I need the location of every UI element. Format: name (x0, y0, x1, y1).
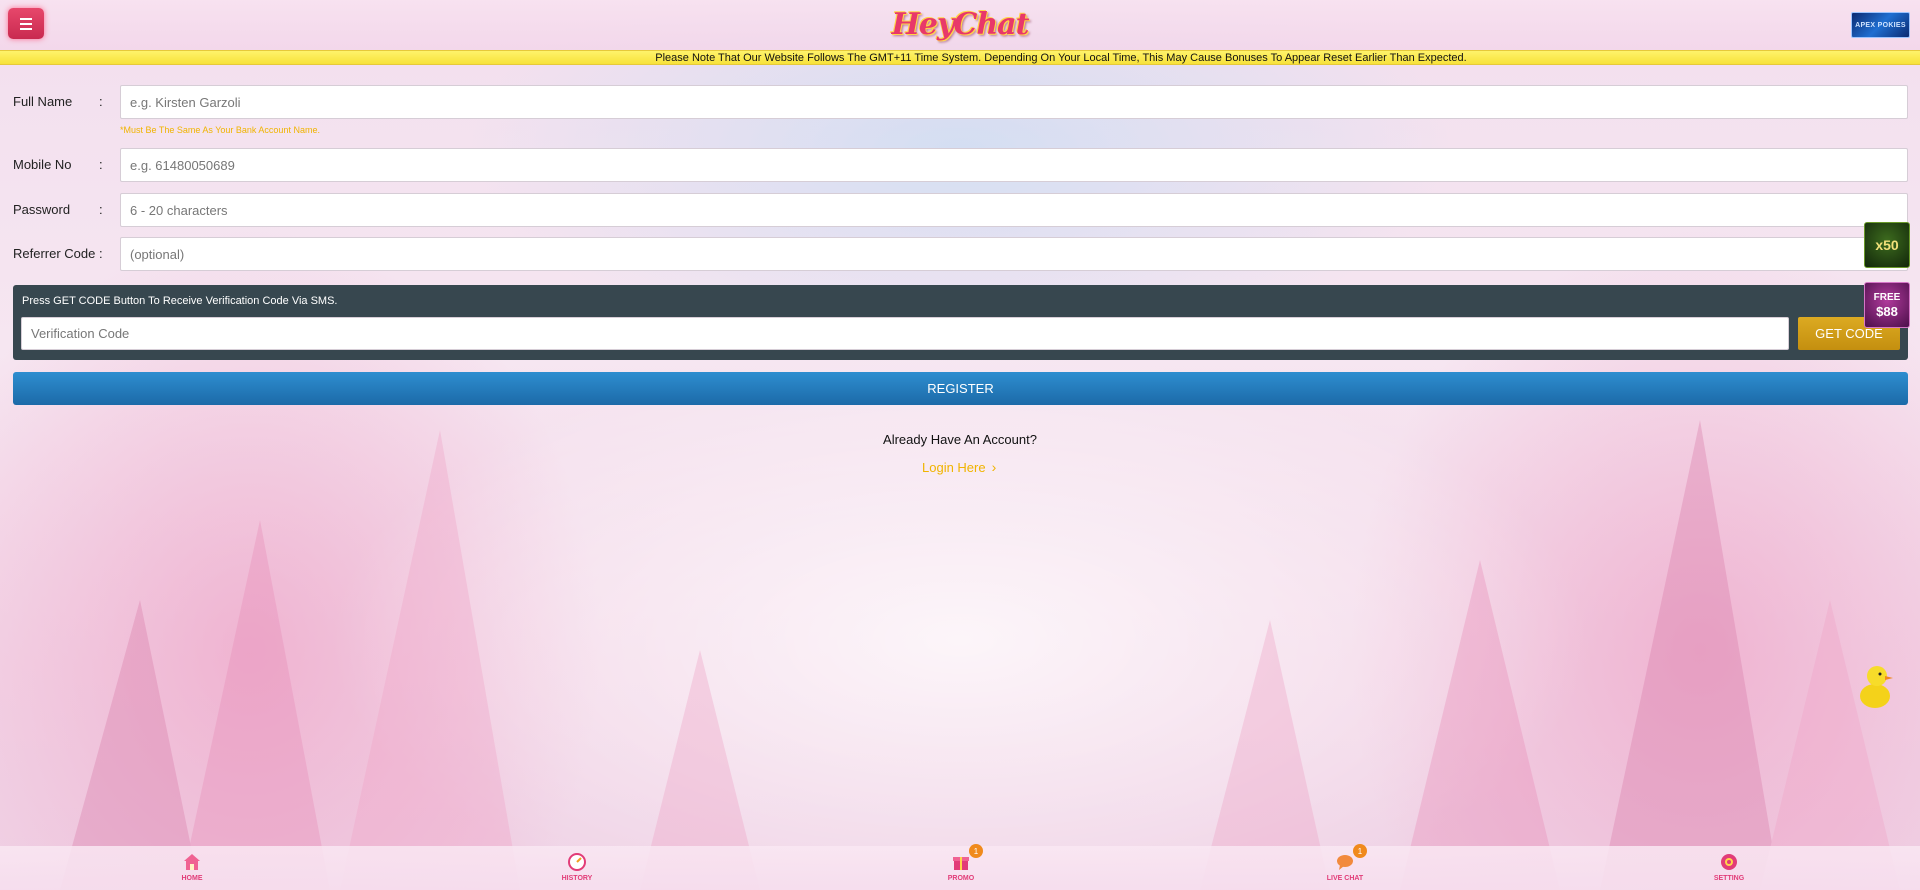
password-input[interactable] (120, 193, 1908, 227)
site-logo[interactable]: HeyChat (892, 3, 1030, 45)
top-header: HeyChat APEX POKIES (0, 0, 1920, 50)
mobile-row: Mobile No : (13, 148, 1908, 182)
full-name-input[interactable] (120, 85, 1908, 119)
promo-x50-text: x50 (1875, 237, 1899, 253)
promo-88-text: $88 (1876, 303, 1898, 319)
verification-code-input[interactable] (21, 317, 1789, 350)
gift-icon (953, 857, 969, 870)
chat-badge: 1 (1353, 844, 1367, 858)
nav-history[interactable]: HISTORY (547, 852, 607, 888)
bottom-nav: HOME HISTORY 1 PROMO 1 LIVE CHAT SETTING (0, 844, 1920, 890)
already-have-account-text: Already Have An Account? (883, 432, 1037, 447)
password-label: Password (13, 202, 71, 217)
chat-icon-wrap: 1 (1335, 844, 1367, 872)
referrer-row: Referrer Code : (13, 237, 1908, 271)
nav-promo-label: PROMO (947, 875, 975, 882)
promo-badge: 1 (969, 844, 983, 858)
full-name-hint: *Must Be The Same As Your Bank Account N… (120, 125, 320, 135)
partner-badge[interactable]: APEX POKIES (1851, 12, 1910, 38)
mobile-input[interactable] (120, 148, 1908, 182)
nav-live-chat[interactable]: 1 LIVE CHAT (1315, 844, 1375, 888)
mobile-label: Mobile No (13, 157, 72, 172)
nav-home[interactable]: HOME (162, 852, 222, 888)
register-button[interactable]: REGISTER (13, 372, 1908, 405)
verification-panel: Press GET CODE Button To Receive Verific… (13, 285, 1908, 360)
nav-setting-label: SETTING (1713, 875, 1745, 882)
password-colon: : (99, 202, 103, 217)
mobile-colon: : (99, 157, 103, 172)
hamburger-icon (20, 16, 32, 31)
nav-live-chat-label: LIVE CHAT (1326, 875, 1364, 882)
gear-icon (1721, 854, 1737, 870)
full-name-label: Full Name (13, 94, 73, 109)
floating-promo-free88[interactable]: FREE $88 (1864, 282, 1910, 328)
timezone-notice: Please Note That Our Website Follows The… (0, 50, 1920, 65)
nav-history-label: HISTORY (561, 875, 593, 882)
referrer-colon: : (99, 246, 103, 261)
referrer-input[interactable] (120, 237, 1908, 271)
notice-text: Please Note That Our Website Follows The… (655, 51, 1467, 64)
home-icon (184, 854, 200, 870)
chevron-right-icon: › (991, 459, 997, 475)
menu-button[interactable] (8, 8, 44, 39)
login-link-label: Login Here (922, 459, 986, 475)
verification-note: Press GET CODE Button To Receive Verific… (22, 295, 338, 307)
login-link[interactable]: Login Here › (922, 459, 996, 475)
promo-icon-wrap: 1 (951, 844, 983, 872)
full-name-colon: : (99, 94, 103, 109)
floating-promo-x50[interactable]: x50 (1864, 222, 1910, 268)
duck-mascot-icon[interactable] (1855, 662, 1895, 710)
full-name-row: Full Name : (13, 85, 1908, 119)
referrer-label: Referrer Code (13, 246, 96, 261)
promo-free-text: FREE (1873, 291, 1901, 303)
password-row: Password : (13, 193, 1908, 227)
logo-text: HeyChat (891, 6, 1030, 42)
chat-icon (1337, 855, 1353, 870)
nav-home-label: HOME (181, 875, 203, 882)
history-icon (568, 853, 586, 871)
nav-setting[interactable]: SETTING (1699, 852, 1759, 888)
nav-promo[interactable]: 1 PROMO (931, 844, 991, 888)
